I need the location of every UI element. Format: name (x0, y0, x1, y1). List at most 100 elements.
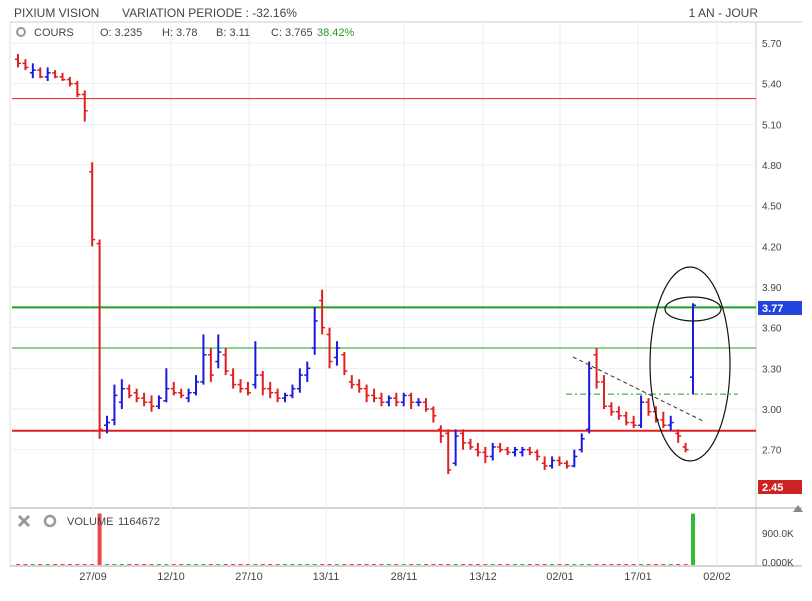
annotation-ellipse-large (649, 266, 731, 462)
ohlc-bar (244, 381, 251, 396)
ohlc-bar (489, 442, 496, 461)
volume-bar (409, 564, 414, 565)
x-tick-label: 28/11 (391, 571, 418, 583)
gear-icon-volume[interactable] (43, 514, 57, 528)
ohlc-bar (460, 429, 467, 450)
x-tick-label: 13/11 (313, 571, 340, 583)
ohlc-bar (630, 415, 637, 428)
volume-bar (564, 564, 569, 565)
ohlc-bar (133, 388, 140, 403)
ohlc-bar (615, 406, 622, 420)
ohlc-bar (586, 361, 593, 434)
x-tick-label: 02/02 (703, 571, 731, 583)
ohlc-bar (400, 392, 407, 407)
x-tick-label: 27/09 (79, 571, 107, 583)
volume-bar (646, 564, 651, 565)
y-tick-label: 5.10 (762, 120, 782, 131)
volume-bar (653, 564, 658, 565)
volume-bar (475, 564, 480, 565)
ohlc-bar (667, 415, 674, 431)
volume-bar (676, 564, 681, 565)
ohlc-bar (274, 388, 281, 403)
volume-bar (691, 513, 695, 565)
volume-bar (67, 564, 72, 565)
ohlc-bar (296, 368, 303, 393)
volume-bar (201, 564, 206, 565)
ohlc-bar (638, 395, 645, 428)
ohlc-bar (15, 53, 21, 68)
volume-bar (105, 564, 110, 565)
volume-bar (542, 564, 547, 565)
ohlc-bar (163, 368, 170, 403)
volume-tick-low: 0.000K (762, 558, 794, 569)
ohlc-bar (52, 70, 59, 79)
y-tick-label: 3.90 (762, 283, 782, 294)
volume-bar (164, 564, 169, 565)
ohlc-bar (378, 392, 385, 407)
ohlc-bar (385, 395, 392, 407)
ohlc-bar (504, 446, 511, 456)
volume-bar (231, 564, 236, 565)
ohlc-bar (415, 398, 422, 407)
y-tick-label: 5.70 (762, 39, 782, 50)
x-axis-labels: 27/09 12/10 27/10 13/11 28/11 13/12 02/01 17/01… (79, 571, 731, 583)
volume-bar (253, 564, 258, 565)
ohlc-bar (497, 442, 504, 453)
ohlc-bar (44, 67, 51, 81)
volume-bar (579, 564, 584, 565)
low-value: B: 3.11 (216, 27, 250, 39)
volume-bar (609, 564, 614, 565)
y-tick-label: 3.60 (762, 324, 782, 335)
volume-value: 1164672 (118, 516, 160, 528)
volume-bar (179, 564, 184, 565)
ohlc-bar (422, 398, 429, 412)
ohlc-bar (549, 456, 556, 469)
ohlc-bar (304, 361, 311, 382)
volume-bar (438, 564, 443, 565)
x-tick-label: 27/10 (235, 571, 263, 583)
volume-bar (661, 564, 666, 565)
ohlc-bar (237, 379, 244, 393)
ohlc-bar (222, 348, 229, 376)
volume-bar (30, 564, 35, 565)
volume-bar (283, 564, 288, 565)
y-tick-label: 2.70 (762, 446, 782, 457)
volume-bar (401, 564, 406, 565)
ohlc-bar (341, 352, 348, 376)
ohlc-bar (22, 59, 29, 71)
volume-bar (668, 564, 673, 565)
volume-bar (320, 564, 325, 565)
x-tick-label: 13/12 (469, 571, 497, 583)
volume-bar (186, 564, 191, 565)
volume-bar (535, 564, 540, 565)
ohlc-bar (155, 395, 162, 409)
ohlc-bar (118, 379, 125, 409)
volume-bar (616, 564, 621, 565)
volume-bar (505, 564, 510, 565)
price-volume-chart: 5.70 5.40 5.10 4.80 4.50 4.20 3.90 3.60 3.30 3.00… (9, 21, 803, 583)
ohlc-bar (230, 368, 237, 389)
volume-bar (119, 564, 124, 565)
ohlc-bar (267, 381, 274, 399)
volume-bar (38, 564, 43, 565)
close-icon[interactable] (17, 514, 31, 528)
y-tick-label: 5.40 (762, 80, 782, 91)
x-tick-label: 02/01 (546, 571, 574, 583)
ohlc-bar (193, 375, 200, 396)
volume-bar (461, 564, 466, 565)
ohlc-bar (660, 411, 667, 428)
y-tick-label: 4.20 (762, 242, 782, 253)
volume-bar (416, 564, 421, 565)
volume-bar (394, 564, 399, 565)
grid (12, 22, 756, 566)
volume-bar (16, 564, 20, 565)
ohlc-bar (348, 375, 355, 389)
ohlc-bar (556, 456, 563, 466)
volume-bar (134, 564, 139, 565)
ohlc-bar (66, 76, 73, 87)
volume-bar (527, 564, 532, 565)
y-axis-labels: 5.70 5.40 5.10 4.80 4.50 4.20 3.90 3.60 3.30 3.00… (762, 39, 782, 457)
gear-icon[interactable] (16, 27, 26, 37)
ohlc-bar (81, 90, 88, 122)
open-value: O: 3.235 (100, 27, 142, 39)
